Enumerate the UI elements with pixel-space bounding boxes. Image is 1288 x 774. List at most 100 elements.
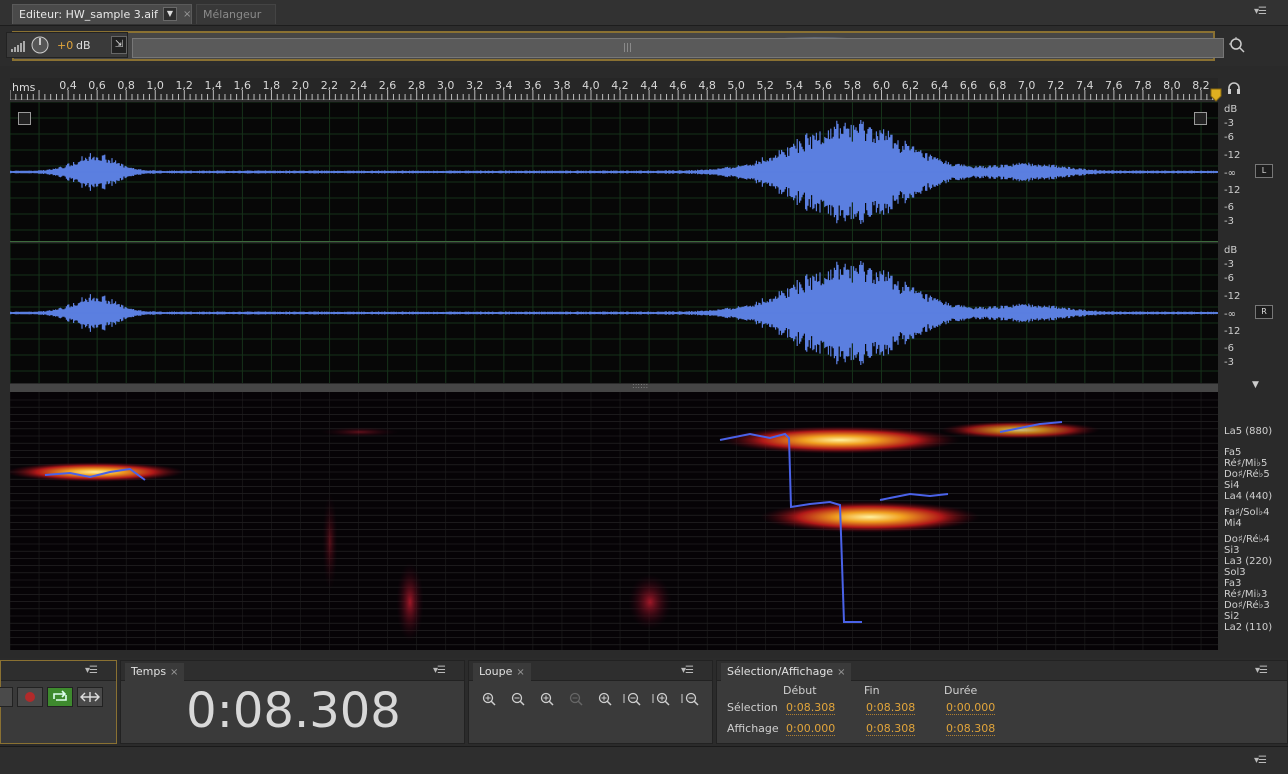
record-button[interactable] <box>17 687 43 707</box>
panel-menu-icon[interactable]: ▾☰ <box>433 665 446 676</box>
pitch-scale-label: Si4 <box>1224 480 1240 491</box>
zoom-to-selection-icon[interactable] <box>680 691 702 707</box>
corner-handle-right-icon[interactable] <box>1194 112 1207 125</box>
pitch-scale-label: La4 (440) <box>1224 491 1273 502</box>
overview-scroll-thumb[interactable]: ||| <box>132 38 1224 58</box>
loop-icon <box>53 690 67 701</box>
db-scale-label: -∞ <box>1224 168 1236 179</box>
db-scale-label: -3 <box>1224 357 1234 368</box>
close-tab-icon[interactable]: × <box>183 5 191 25</box>
volume-controls: +0 dB ⇲ <box>6 32 128 58</box>
split-grip-icon: :::::: <box>632 381 649 390</box>
zoom-out-selection-icon[interactable] <box>651 691 673 707</box>
time-panel: Temps × ▾☰ 0:08.308 <box>120 660 465 744</box>
tab-zoom[interactable]: Loupe × <box>473 663 531 681</box>
db-scale-label: -6 <box>1224 273 1234 284</box>
db-scale-label: -12 <box>1224 185 1241 196</box>
pin-icon[interactable]: ⇲ <box>111 36 127 54</box>
selection-duration-field[interactable]: 0:00.000 <box>946 701 996 715</box>
view-end-field[interactable]: 0:08.308 <box>866 722 916 736</box>
time-ruler[interactable]: hms 0,4 0,6 0,8 1,0 1,2 1,4 1,6 1,8 2,0 2,2 2,4 2,6… <box>10 78 1218 100</box>
transport-panel-header: ▾☰ <box>1 661 116 681</box>
skip-back-button[interactable] <box>0 687 13 707</box>
channel-left-button[interactable]: L <box>1255 164 1273 178</box>
tab-mixer-label: Mélangeur <box>203 8 262 21</box>
status-bar: ▾☰ <box>0 746 1288 774</box>
corner-handle-left-icon[interactable] <box>18 112 31 125</box>
close-panel-icon[interactable]: × <box>170 667 178 678</box>
tab-selection[interactable]: Sélection/Affichage × <box>721 663 852 681</box>
selection-start-field[interactable]: 0:08.308 <box>786 701 836 715</box>
pitch-scale: La5 (880) Fa5 Ré♯/Mi♭5 Do♯/Ré♭5 Si4 La4 (440)… <box>1218 392 1288 650</box>
pitch-scale-label: La2 (110) <box>1224 622 1273 633</box>
db-scale-label: -3 <box>1224 118 1234 129</box>
pitch-scale-label: Si3 <box>1224 545 1240 556</box>
zoom-out-amplitude-icon[interactable] <box>506 691 528 707</box>
pitch-scale-label: Si2 <box>1224 611 1240 622</box>
col-start-header: Début <box>783 684 817 697</box>
waveform-left-channel[interactable] <box>9 101 1218 243</box>
spectral-pitch-graph <box>10 392 1218 650</box>
scroll-grip-icon: ||| <box>623 43 633 53</box>
db-scale-label: -3 <box>1224 216 1234 227</box>
skip-silence-button[interactable] <box>77 687 103 707</box>
db-scale-label: dB <box>1224 245 1238 256</box>
volume-knob-icon[interactable] <box>31 36 49 54</box>
zoom-out-time-icon[interactable] <box>564 691 586 707</box>
file-dropdown-button[interactable]: ▼ <box>163 7 177 21</box>
close-panel-icon[interactable]: × <box>516 667 524 678</box>
selection-view-panel: Sélection/Affichage × ▾☰ Début Fin Durée … <box>716 660 1288 744</box>
transport-panel: ▾☰ <box>0 660 117 744</box>
zoom-panel-title: Loupe <box>479 665 513 678</box>
playhead-marker-icon[interactable] <box>1210 88 1222 102</box>
panel-menu-icon[interactable]: ▾☰ <box>1254 6 1267 17</box>
panel-menu-icon[interactable]: ▾☰ <box>1255 665 1268 676</box>
scale-dropdown-icon[interactable]: ▼ <box>1252 380 1259 390</box>
waveform-right-graph <box>9 242 1218 383</box>
waveform-editor: hms 0,4 0,6 0,8 1,0 1,2 1,4 1,6 1,8 2,0 2,2 2,4 2,6… <box>0 66 1288 658</box>
loop-button[interactable] <box>47 687 73 707</box>
close-panel-icon[interactable]: × <box>837 667 845 678</box>
time-panel-header: Temps × ▾☰ <box>121 661 464 681</box>
db-scale-right: dB -3 -6 -12 -∞ -12 -6 -3 <box>1218 243 1260 383</box>
pitch-scale-label: Fa3 <box>1224 578 1242 589</box>
row-view-label: Affichage <box>727 722 779 735</box>
ruler-ticks: 0,4 0,6 0,8 1,0 1,2 1,4 1,6 1,8 2,0 2,2 2,4 2,6 2,8 3… <box>10 79 1214 100</box>
tab-editor-label: Editeur: HW_sample 3.aif <box>19 8 158 21</box>
zoom-panel-header: Loupe × ▾☰ <box>469 661 712 681</box>
pitch-scale-label: Fa5 <box>1224 447 1242 458</box>
selection-end-field[interactable]: 0:08.308 <box>866 701 916 715</box>
pitch-scale-label: La5 (880) <box>1224 426 1273 437</box>
volume-value[interactable]: +0 <box>57 39 73 52</box>
row-selection-label: Sélection <box>727 701 778 714</box>
document-tab-bar: Editeur: HW_sample 3.aif ▼ × Mélangeur ▾… <box>0 0 1288 26</box>
tab-editor[interactable]: Editeur: HW_sample 3.aif ▼ × <box>12 4 192 24</box>
zoom-in-time-icon[interactable] <box>535 691 557 707</box>
volume-unit: dB <box>76 39 91 52</box>
headphones-icon[interactable] <box>1227 81 1241 95</box>
db-scale-label: -3 <box>1224 259 1234 270</box>
view-duration-field[interactable]: 0:08.308 <box>946 722 996 736</box>
db-scale-label: -∞ <box>1224 309 1236 320</box>
spectral-pitch-display[interactable] <box>10 392 1218 650</box>
time-display: 0:08.308 <box>186 683 401 739</box>
waveform-right-channel[interactable] <box>9 242 1218 383</box>
waveform-left-graph <box>9 101 1218 243</box>
overview-track[interactable]: ||| <box>12 31 1224 61</box>
channel-right-button[interactable]: R <box>1255 305 1273 319</box>
view-start-field[interactable]: 0:00.000 <box>786 722 836 736</box>
zoom-full-icon[interactable] <box>593 691 615 707</box>
db-scale-label: -6 <box>1224 202 1234 213</box>
selection-panel-title: Sélection/Affichage <box>727 665 834 678</box>
zoom-navigator-icon[interactable] <box>1228 36 1246 54</box>
panel-menu-icon[interactable]: ▾☰ <box>681 665 694 676</box>
panel-menu-icon[interactable]: ▾☰ <box>85 665 98 676</box>
tab-mixer[interactable]: Mélangeur <box>196 4 276 24</box>
zoom-in-selection-icon[interactable] <box>622 691 644 707</box>
spectral-split-handle[interactable]: :::::: <box>10 381 1218 392</box>
pitch-scale-label: Ré♯/Mi♭5 <box>1224 458 1268 469</box>
panel-menu-icon[interactable]: ▾☰ <box>1254 755 1267 766</box>
zoom-in-amplitude-icon[interactable] <box>477 691 499 707</box>
col-end-header: Fin <box>864 684 880 697</box>
pitch-scale-label: Do♯/Ré♭4 <box>1224 534 1270 545</box>
